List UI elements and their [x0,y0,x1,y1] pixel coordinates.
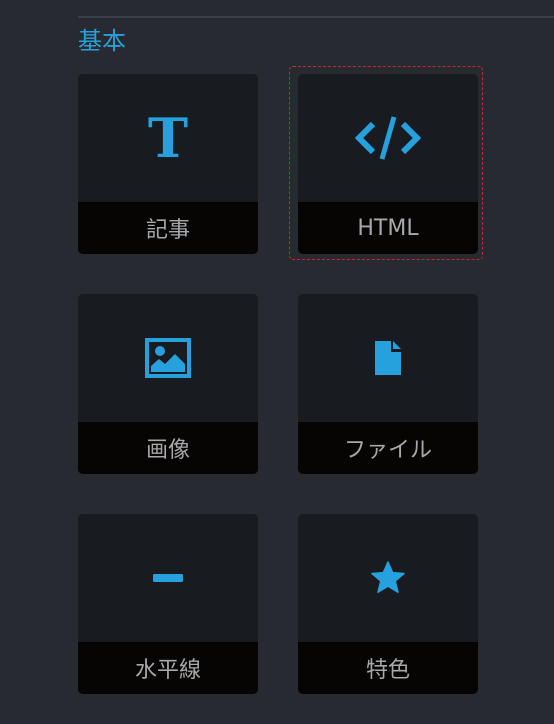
block-label: 記事 [78,202,258,254]
block-feature-tile[interactable]: 特色 [298,514,478,694]
star-icon [371,561,405,593]
block-article-tile[interactable]: T 記事 [78,74,258,254]
block-label: 画像 [78,422,258,474]
block-file-tile[interactable]: ファイル [298,294,478,474]
block-horizontal-line-tile[interactable]: 水平線 [78,514,258,694]
block-html-tile[interactable]: HTML [298,74,478,254]
section-divider [78,16,554,18]
block-image-tile[interactable]: 画像 [78,294,258,474]
block-label: 水平線 [78,642,258,694]
section-title-basic: 基本 [78,27,126,55]
block-label: 特色 [298,642,478,694]
block-label: HTML [298,202,478,254]
code-icon [355,116,421,160]
block-label: ファイル [298,422,478,474]
image-icon [145,338,191,378]
file-icon [375,341,401,375]
horizontal-line-icon [153,574,183,582]
text-icon: T [147,106,189,170]
